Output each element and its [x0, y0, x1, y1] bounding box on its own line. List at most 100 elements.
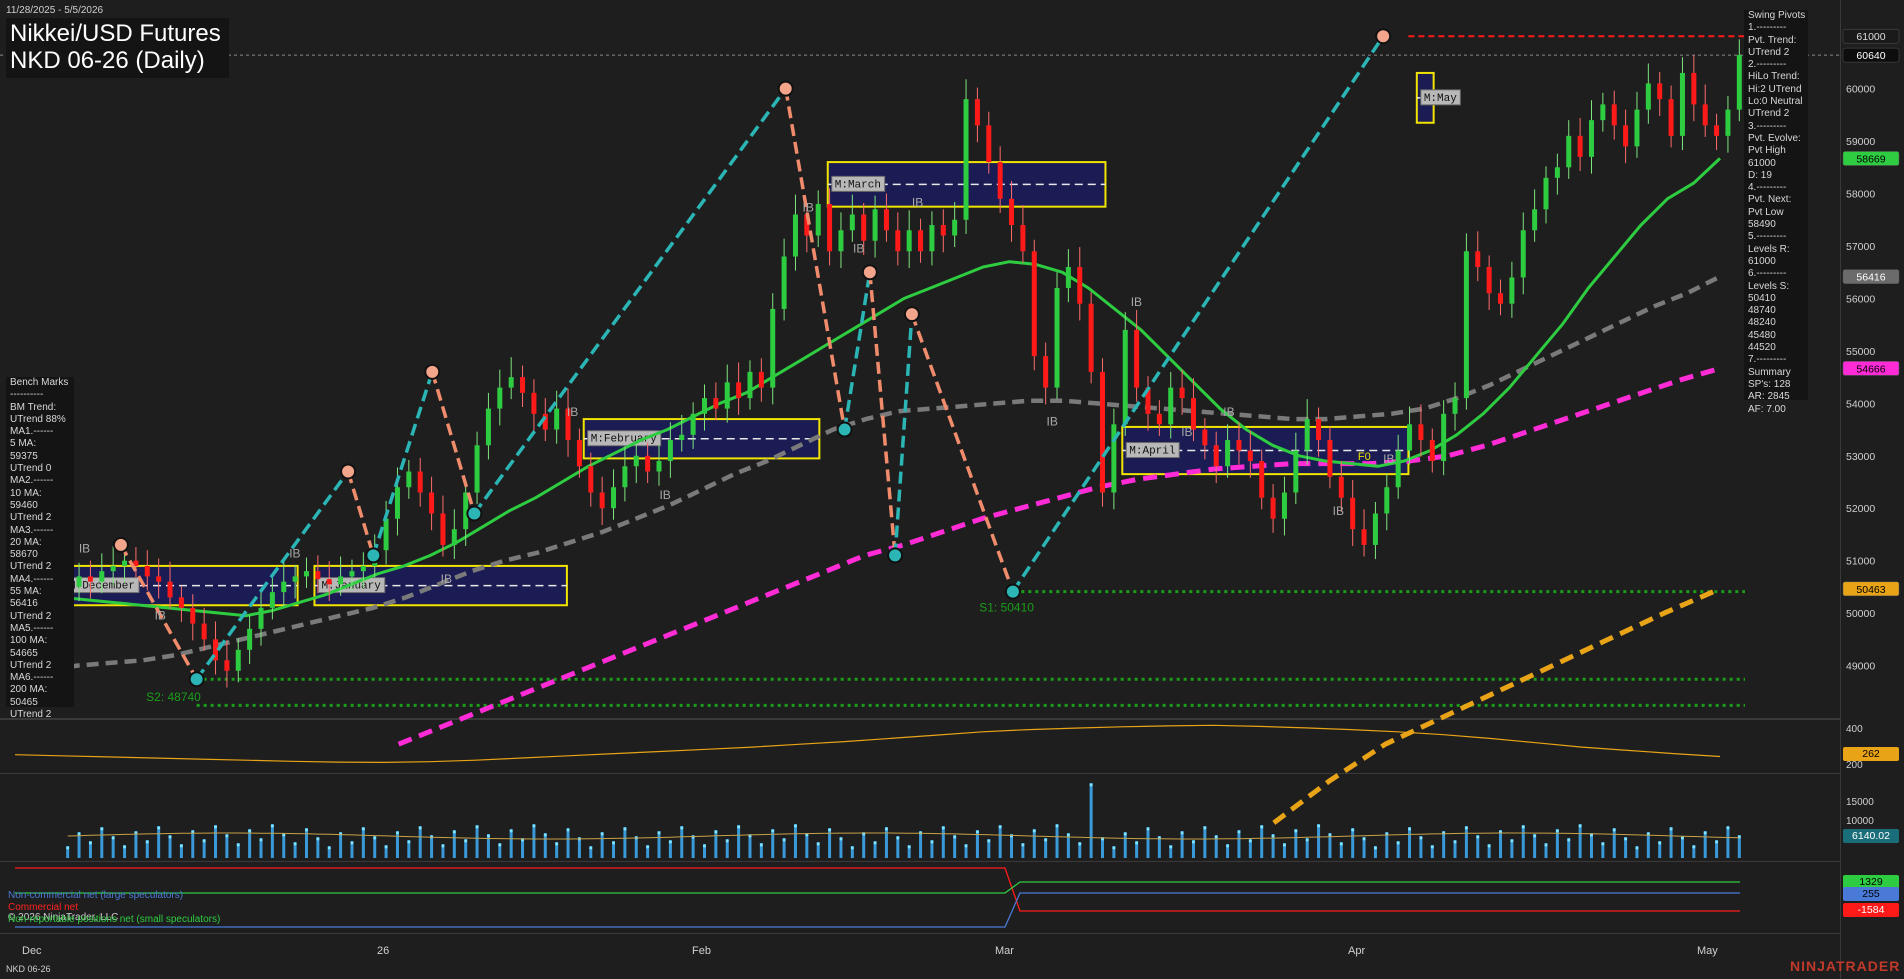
candle-body	[736, 382, 742, 399]
volume-bar	[475, 825, 479, 858]
swing-low-marker	[836, 421, 853, 438]
volume-point	[623, 827, 627, 831]
candle-body	[1156, 413, 1162, 425]
candle-body	[906, 230, 912, 252]
volume-point	[1476, 835, 1480, 839]
atr-line	[14, 724, 1721, 764]
ib-marker: IB	[1223, 405, 1234, 419]
swing-pivots-panel: Swing Pivots 1.--------- Pvt. Trend: UTr…	[1744, 10, 1808, 415]
volume-bar	[1317, 824, 1321, 858]
price-tick-label: 52000	[1846, 503, 1875, 515]
volume-bar	[680, 826, 684, 858]
ib-marker: IB	[803, 201, 814, 215]
volume-bar	[157, 826, 161, 858]
volume-point	[975, 830, 979, 834]
volume-bar	[339, 832, 343, 858]
candle-body	[929, 225, 935, 252]
candle-body	[406, 471, 412, 488]
volume-point	[839, 837, 843, 841]
volume-point	[1271, 834, 1275, 838]
volume-point	[509, 829, 513, 833]
volume-point	[293, 842, 297, 846]
volume-bar	[1237, 830, 1241, 858]
volume-point	[1362, 837, 1366, 841]
candle-body	[1054, 287, 1060, 388]
candle-body	[315, 571, 321, 580]
ib-marker: IB	[567, 405, 578, 419]
candle-body	[1077, 266, 1083, 304]
volume-point	[157, 826, 161, 830]
volume-bar	[1669, 827, 1673, 858]
candle-body	[1441, 413, 1447, 462]
candle-body	[1225, 440, 1231, 467]
volume-point	[714, 830, 718, 834]
price-tick-label: 54000	[1846, 398, 1875, 410]
volume-bar	[828, 828, 832, 858]
candle-body	[440, 513, 446, 545]
candle-body	[849, 214, 855, 231]
price-axis[interactable]: 49000 50000 51000 52000 53000 54000 55000 56000…	[1842, 28, 1900, 673]
panel-divider	[0, 718, 1840, 720]
ib-marker: IB	[1383, 452, 1394, 466]
volume-point	[1317, 824, 1321, 828]
candle-body	[1623, 125, 1629, 147]
volume-bar	[1180, 831, 1184, 858]
volume-point	[737, 825, 741, 829]
candle-body	[1679, 72, 1685, 136]
candle-body	[838, 230, 844, 252]
ib-marker: IB	[79, 541, 90, 555]
volume-point	[1180, 831, 1184, 835]
candle-body	[235, 649, 241, 671]
ib-marker: IB	[155, 609, 166, 623]
volume-point	[1226, 844, 1230, 848]
volume-point	[214, 825, 218, 829]
price-tag-label: 61000	[1856, 31, 1885, 43]
volume-point	[828, 828, 832, 832]
candle-body	[1645, 83, 1651, 110]
candle-body	[588, 466, 594, 493]
volume-point	[373, 836, 377, 840]
cot-panel	[15, 867, 1740, 928]
volume-point	[953, 835, 957, 839]
candle-body	[1236, 440, 1242, 451]
volume-bar	[771, 829, 775, 858]
price-tick-label: 49000	[1846, 661, 1875, 673]
volume-bar	[623, 827, 627, 858]
volume-point	[668, 840, 672, 844]
legend-nonreportable: Non-reportable positions net (small spec…	[8, 914, 221, 925]
volume-point	[1260, 825, 1264, 829]
candle-body	[781, 256, 787, 309]
volume-point	[1464, 826, 1468, 830]
volume-point	[350, 841, 354, 845]
volume-bar	[1123, 832, 1127, 858]
candle-body	[599, 492, 605, 509]
volume-point	[884, 827, 888, 831]
candle-body	[1702, 104, 1708, 126]
price-chart[interactable]: M:December M:JanuaryM:FebruaryM:MarchM:Ap…	[0, 0, 1904, 979]
volume-point	[1373, 846, 1377, 850]
volume-bar	[486, 834, 490, 858]
x-label-apr: Apr	[1348, 945, 1366, 957]
volume-bar	[600, 832, 604, 858]
volume-point	[680, 826, 684, 830]
swing-high-marker	[903, 306, 920, 323]
ib-marker: IB	[1047, 415, 1058, 429]
volume-point	[384, 845, 388, 849]
volume-point	[964, 844, 968, 848]
volume-point	[771, 829, 775, 833]
candle-body	[872, 209, 878, 241]
candle-body	[1327, 440, 1333, 477]
volume-bar	[1385, 832, 1389, 858]
vol-tick-15000: 15000	[1846, 797, 1874, 808]
volume-point	[1248, 839, 1252, 843]
volume-bar	[1203, 826, 1207, 858]
swing-low-marker	[887, 547, 904, 564]
volume-point	[782, 838, 786, 842]
candle-body	[1407, 424, 1413, 451]
candle-body	[1498, 293, 1504, 304]
volume-bar	[1521, 825, 1525, 858]
candle-body	[645, 455, 651, 472]
swing-high-marker	[861, 264, 878, 281]
swing-high-marker	[777, 80, 794, 97]
zone-label: M:May	[1424, 93, 1457, 105]
